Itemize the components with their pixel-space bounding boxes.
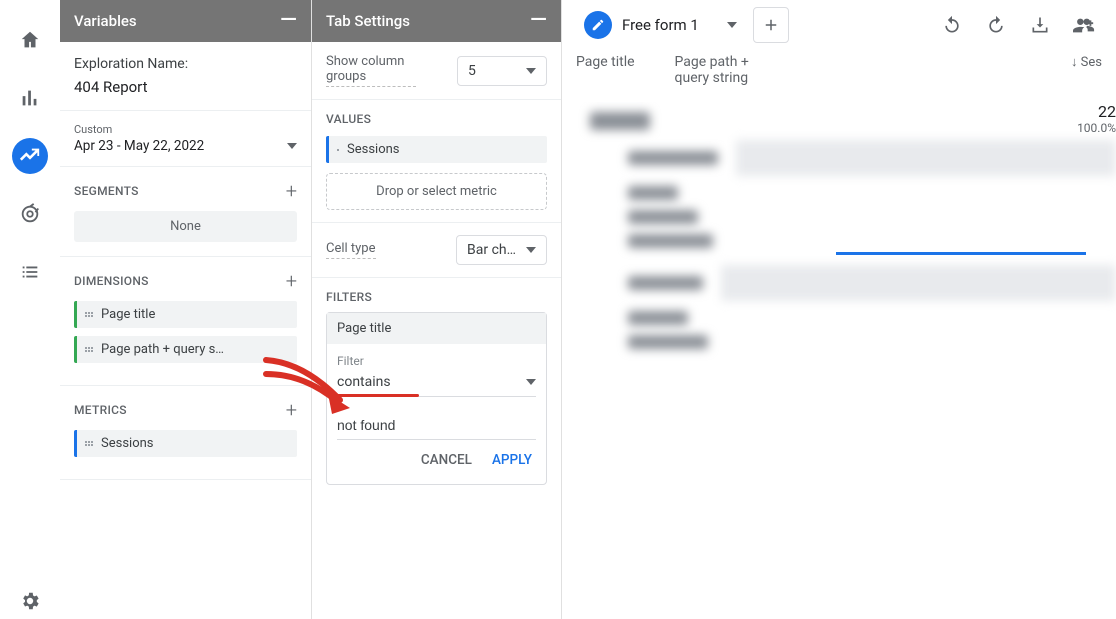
chevron-down-icon[interactable] [727, 22, 737, 28]
dimensions-title: DIMENSIONS [74, 274, 149, 288]
filter-card: Page title Filter contains CANCEL APPLY [326, 312, 547, 485]
plus-icon [762, 16, 780, 34]
metric-chip-label: Sessions [101, 436, 154, 451]
add-segment-button[interactable]: + [286, 181, 297, 201]
chevron-down-icon [526, 379, 536, 385]
column-header-2[interactable]: Page path + query string [675, 54, 785, 86]
filters-section: FILTERS Page title Filter contains CANCE… [312, 278, 561, 497]
date-range-section[interactable]: Custom Apr 23 - May 22, 2022 [60, 111, 311, 167]
chevron-down-icon[interactable] [287, 143, 297, 149]
minimize-variables[interactable]: — [280, 10, 297, 32]
nav-home[interactable] [12, 22, 48, 58]
redo-button[interactable] [978, 7, 1014, 43]
drag-handle-icon [85, 347, 93, 352]
annotation-underline [337, 394, 419, 397]
report-tab-name: Free form 1 [622, 16, 699, 34]
exploration-name-value[interactable]: 404 Report [74, 78, 297, 96]
chevron-down-icon [526, 68, 536, 74]
segments-section: SEGMENTS + None [60, 167, 311, 257]
redo-icon [986, 15, 1006, 35]
list-icon [19, 261, 41, 283]
filter-value-input[interactable] [337, 411, 536, 440]
filter-condition-value: contains [337, 374, 391, 390]
filter-condition-select[interactable]: contains [337, 370, 536, 397]
table-body-blurred: 22 100.0% [576, 102, 1116, 542]
values-title: VALUES [326, 112, 547, 126]
variables-panel: Variables — Exploration Name: 404 Report… [60, 0, 312, 619]
nav-admin[interactable] [12, 583, 48, 619]
add-tab-button[interactable] [753, 7, 789, 43]
cell-type-row: Cell type Bar ch… [312, 223, 561, 278]
filters-title: FILTERS [326, 290, 547, 304]
download-icon [1030, 15, 1050, 35]
date-custom-label: Custom [74, 123, 297, 136]
show-columns-label: Show column groups [326, 54, 416, 87]
share-button[interactable] [1066, 7, 1102, 43]
undo-button[interactable] [934, 7, 970, 43]
target-icon [19, 203, 41, 225]
dimension-chip[interactable]: Page path + query s… [74, 336, 297, 363]
nav-reports[interactable] [12, 80, 48, 116]
add-dimension-button[interactable]: + [286, 271, 297, 291]
date-range-value: Apr 23 - May 22, 2022 [74, 138, 204, 154]
dimension-chip-label: Page path + query s… [101, 342, 224, 357]
drag-handle-icon [85, 312, 93, 317]
apply-button[interactable]: APPLY [492, 452, 532, 468]
gear-icon [19, 590, 41, 612]
segments-title: SEGMENTS [74, 184, 139, 198]
share-people-icon [1073, 14, 1095, 36]
values-dropzone[interactable]: Drop or select metric [326, 173, 547, 210]
cell-type-label: Cell type [326, 241, 376, 259]
undo-icon [942, 15, 962, 35]
pencil-icon [584, 11, 612, 39]
cancel-button[interactable]: CANCEL [421, 452, 472, 468]
cell-type-value: Bar ch… [467, 242, 516, 258]
drag-handle-icon [337, 149, 339, 151]
dimensions-section: DIMENSIONS + Page title Page path + quer… [60, 257, 311, 386]
filter-dimension[interactable]: Page title [327, 313, 546, 344]
drag-handle-icon [85, 441, 93, 446]
dimension-chip-label: Page title [101, 307, 155, 322]
cell-type-select[interactable]: Bar ch… [456, 235, 547, 265]
report-area: Free form 1 Page title Page path + query… [562, 0, 1116, 619]
nav-configure[interactable] [12, 254, 48, 290]
values-section: VALUES Sessions Drop or select metric [312, 100, 561, 223]
chevron-down-icon [526, 247, 536, 253]
show-columns-select[interactable]: 5 [457, 56, 547, 86]
column-header-1[interactable]: Page title [576, 54, 635, 86]
nav-explore[interactable] [12, 138, 48, 174]
nav-advertising[interactable] [12, 196, 48, 232]
bar-chart-icon [19, 87, 41, 109]
values-chip[interactable]: Sessions [326, 136, 547, 163]
segments-none[interactable]: None [74, 211, 297, 242]
report-tab[interactable]: Free form 1 [576, 7, 745, 43]
metric-chip[interactable]: Sessions [74, 430, 297, 457]
variables-header: Variables — [60, 0, 311, 42]
metrics-title: METRICS [74, 403, 127, 417]
show-columns-value: 5 [468, 63, 476, 79]
dimension-chip[interactable]: Page title [74, 301, 297, 328]
show-columns-row: Show column groups 5 [312, 42, 561, 100]
tab-settings-title: Tab Settings [326, 12, 410, 30]
column-header-sessions[interactable]: ↓ Ses [1071, 54, 1102, 86]
exploration-name-label: Exploration Name: [74, 56, 297, 72]
filter-label: Filter [337, 354, 536, 368]
home-icon [19, 29, 41, 51]
tab-settings-header: Tab Settings — [312, 0, 561, 42]
variables-title: Variables [74, 12, 137, 30]
table-headers: Page title Page path + query string ↓ Se… [562, 50, 1116, 102]
report-toolbar: Free form 1 [562, 0, 1116, 50]
explore-icon [19, 145, 41, 167]
tab-settings-panel: Tab Settings — Show column groups 5 VALU… [312, 0, 562, 619]
minimize-tab-settings[interactable]: — [530, 10, 547, 32]
metrics-section: METRICS + Sessions [60, 386, 311, 480]
add-metric-button[interactable]: + [286, 400, 297, 420]
values-chip-label: Sessions [347, 142, 400, 157]
exploration-name-section: Exploration Name: 404 Report [60, 42, 311, 111]
download-button[interactable] [1022, 7, 1058, 43]
